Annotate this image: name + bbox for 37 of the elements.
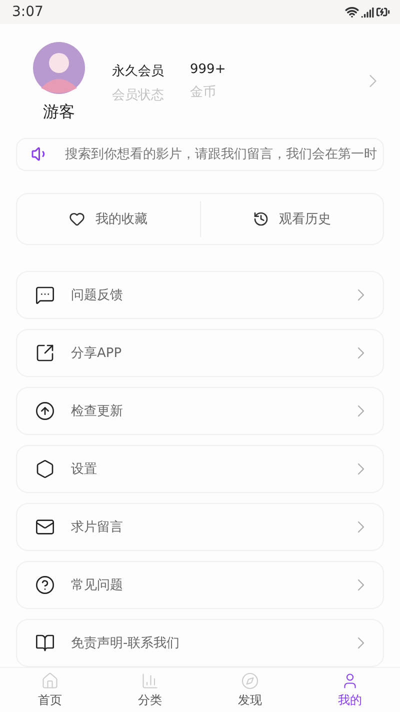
stat-value: 永久会员 [112,63,164,80]
menu-item[interactable]: 分享APP [16,329,384,378]
stat-label: 会员状态 [112,87,164,104]
heart-icon [69,210,86,227]
menu-item[interactable]: 设置 [16,445,384,494]
tab-item[interactable]: 分类 [100,668,200,712]
status-time: 3:07 [12,4,44,20]
bar-chart-icon [141,672,159,690]
signal-icon [361,6,374,18]
user-icon [341,672,359,690]
tab-item[interactable]: 首页 [0,668,100,712]
stat-value: 999+ [190,62,226,77]
user-name: 游客 [43,102,75,123]
menu-item[interactable]: 常见问题 [16,561,384,610]
help-icon [35,575,55,596]
stat-label: 金币 [190,84,217,101]
shortcut-button[interactable]: 我的收藏 [17,194,200,244]
tab-item[interactable]: 我的 [300,668,400,712]
chat-bubble-icon [35,285,55,306]
home-icon [41,672,59,690]
menu-item[interactable]: 检查更新 [16,387,384,436]
battery-icon [376,5,390,19]
settings-icon [35,459,55,480]
menu-item[interactable]: 问题反馈 [16,271,384,320]
compass-icon [241,672,259,690]
history-icon [252,210,269,227]
menu-item[interactable]: 求片留言 [16,503,384,552]
wifi-icon [345,5,359,19]
book-icon [35,633,55,654]
tab-item[interactable]: 发现 [200,668,300,712]
mail-icon [35,517,55,538]
avatar[interactable] [33,42,85,94]
notice-text: 搜索到你想看的影片，请跟我们留言，我们会在第一时 [65,146,377,164]
menu-item[interactable]: 免责声明-联系我们 [16,619,384,667]
up-arrow-circle-icon [35,401,55,422]
share-icon [35,343,55,364]
shortcut-button[interactable]: 观看历史 [200,194,383,244]
